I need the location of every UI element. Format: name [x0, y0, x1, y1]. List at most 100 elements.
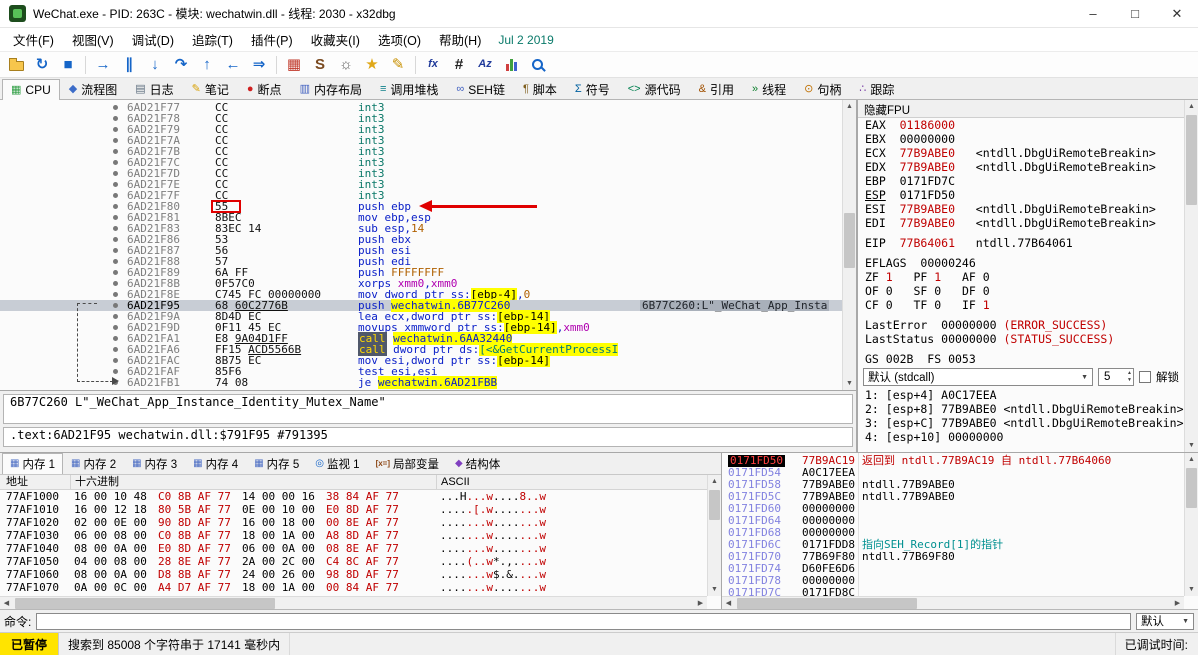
- scroll-thumb[interactable]: [15, 597, 275, 609]
- minimize-button[interactable]: –: [1072, 0, 1114, 28]
- step-into-button[interactable]: ↓: [143, 54, 167, 76]
- breakpoint-dot[interactable]: [113, 226, 118, 231]
- scroll-track[interactable]: [13, 597, 694, 610]
- breakpoint-dot[interactable]: [113, 105, 118, 110]
- breakpoint-dot[interactable]: [113, 127, 118, 132]
- dump-row[interactable]: 77AF1020 02 00 0E 00 90 8D AF 77 16 00 18 0…: [0, 516, 707, 529]
- patches-button[interactable]: ▦: [282, 54, 306, 76]
- argument-row[interactable]: 4: [esp+10] 00000000: [858, 430, 1184, 444]
- menu-trace[interactable]: 追踪(T): [183, 27, 242, 52]
- scroll-right-arrow[interactable]: ▶: [694, 597, 707, 610]
- menu-view[interactable]: 视图(V): [63, 27, 123, 52]
- dump-row[interactable]: 77AF1050 04 00 08 00 28 8E AF 77 2A 00 2C 0…: [0, 555, 707, 568]
- breakpoint-dot[interactable]: [113, 281, 118, 286]
- animate-into-button[interactable]: ⇒: [247, 54, 271, 76]
- scroll-left-arrow[interactable]: ◀: [0, 597, 13, 610]
- argument-row[interactable]: 2: [esp+8] 77B9ABE0 <ntdll.DbgUiRemoteBr…: [858, 402, 1184, 416]
- breakpoint-dot[interactable]: [113, 237, 118, 242]
- tab-memory-4[interactable]: ▦ 内存 4: [185, 453, 246, 474]
- breakpoint-dot[interactable]: [113, 248, 118, 253]
- stack-row[interactable]: 0171FD5C 77B9ABE0 ntdll.77B9ABE0: [722, 491, 1184, 503]
- tab-threads[interactable]: » 线程: [743, 78, 795, 99]
- scroll-thumb[interactable]: [709, 490, 720, 520]
- scroll-down-arrow[interactable]: ▼: [708, 583, 721, 596]
- step-back-button[interactable]: ←: [221, 54, 245, 76]
- settings-button[interactable]: ☼: [334, 54, 358, 76]
- dump-row[interactable]: 77AF1000 16 00 10 48 C0 8B AF 77 14 00 00 1…: [0, 490, 707, 503]
- register-row[interactable]: OF 0 SF 0 DF 0: [858, 284, 1184, 298]
- search-button[interactable]: [525, 54, 549, 76]
- stack-row[interactable]: 0171FD50 77B9AC19 返回到 ntdll.77B9AC19 自 ntd…: [722, 455, 1184, 467]
- menu-options[interactable]: 选项(O): [369, 27, 430, 52]
- pause-button[interactable]: ∥: [117, 54, 141, 76]
- breakpoint-dot[interactable]: [113, 336, 118, 341]
- scroll-thumb[interactable]: [1186, 468, 1197, 508]
- breakpoint-dot[interactable]: [113, 259, 118, 264]
- dump-scrollbar[interactable]: ▲ ▼: [707, 475, 721, 596]
- tab-symbols[interactable]: Σ 符号: [566, 78, 619, 99]
- breakpoint-dot[interactable]: [113, 314, 118, 319]
- close-button[interactable]: ✕: [1156, 0, 1198, 28]
- breakpoint-dot[interactable]: [113, 182, 118, 187]
- tab-struct[interactable]: ◆ 结构体: [447, 453, 508, 474]
- scroll-up-arrow[interactable]: ▲: [1185, 100, 1198, 113]
- dump-row[interactable]: 77AF1030 06 00 08 00 C0 8B AF 77 18 00 1A 0…: [0, 529, 707, 542]
- scroll-left-arrow[interactable]: ◀: [722, 597, 735, 610]
- arg-count-stepper[interactable]: 5 ▲ ▼: [1098, 368, 1134, 386]
- tab-graph[interactable]: ◆ 流程图: [60, 78, 126, 99]
- notes-button[interactable]: ✎: [386, 54, 410, 76]
- menu-debug[interactable]: 调试(D): [123, 27, 183, 52]
- tab-memory-1[interactable]: ▦ 内存 1: [2, 453, 64, 474]
- breakpoint-dot[interactable]: [113, 369, 118, 374]
- menu-help[interactable]: 帮助(H): [430, 27, 490, 52]
- register-row[interactable]: ECX 77B9ABE0 <ntdll.DbgUiRemoteBreakin>: [858, 146, 1184, 160]
- argument-row[interactable]: 3: [esp+C] 77B9ABE0 <ntdll.DbgUiRemoteBr…: [858, 416, 1184, 430]
- stack-hscrollbar[interactable]: ◀ ▶: [722, 596, 1184, 609]
- tab-script[interactable]: ¶ 脚本: [514, 78, 566, 99]
- tab-cpu[interactable]: ▦ CPU: [2, 79, 60, 100]
- graph-button[interactable]: [499, 54, 523, 76]
- maximize-button[interactable]: □: [1114, 0, 1156, 28]
- stack-row[interactable]: 0171FD60 00000000: [722, 503, 1184, 515]
- breakpoint-dot[interactable]: [113, 347, 118, 352]
- scroll-track[interactable]: [843, 113, 856, 377]
- restart-button[interactable]: ↻: [30, 54, 54, 76]
- scroll-up-arrow[interactable]: ▲: [1185, 453, 1198, 466]
- register-row[interactable]: EDX 77B9ABE0 <ntdll.DbgUiRemoteBreakin>: [858, 160, 1184, 174]
- menu-favourites[interactable]: 收藏夹(I): [302, 27, 369, 52]
- register-row[interactable]: EBX 00000000: [858, 132, 1184, 146]
- breakpoint-dot[interactable]: [113, 138, 118, 143]
- favourites-button[interactable]: ★: [360, 54, 384, 76]
- dump-row[interactable]: 77AF1010 16 00 12 18 80 5B AF 77 0E 00 10 0…: [0, 503, 707, 516]
- tab-call-stack[interactable]: ≡ 调用堆栈: [371, 78, 447, 99]
- register-row[interactable]: EDI 77B9ABE0 <ntdll.DbgUiRemoteBreakin>: [858, 216, 1184, 230]
- tab-source[interactable]: <> 源代码: [619, 78, 690, 99]
- stack-row[interactable]: 0171FD64 00000000: [722, 515, 1184, 527]
- tab-memory-5[interactable]: ▦ 内存 5: [246, 453, 307, 474]
- register-row[interactable]: LastError 00000000 (ERROR_SUCCESS): [858, 318, 1184, 332]
- scroll-down-arrow[interactable]: ▼: [1185, 583, 1198, 596]
- hide-fpu-button[interactable]: 隐藏FPU: [858, 100, 1198, 118]
- open-file-button[interactable]: [4, 54, 28, 76]
- calling-convention-select[interactable]: 默认 (stdcall) ▼: [863, 368, 1093, 386]
- stack-row[interactable]: 0171FD74 D60FE6D6: [722, 563, 1184, 575]
- register-row[interactable]: EIP 77B64061 ntdll.77B64061: [858, 236, 1184, 250]
- scroll-track[interactable]: [1185, 466, 1198, 583]
- register-row[interactable]: CF 0 TF 0 IF 1: [858, 298, 1184, 312]
- tab-log[interactable]: ▤ 日志: [126, 78, 182, 99]
- register-row[interactable]: EAX 01186000: [858, 118, 1184, 132]
- breakpoint-dot[interactable]: [113, 270, 118, 275]
- breakpoint-dot[interactable]: [113, 215, 118, 220]
- scroll-up-arrow[interactable]: ▲: [843, 100, 856, 113]
- tab-memory-map[interactable]: ▥ 内存布局: [291, 78, 371, 99]
- register-row[interactable]: EFLAGS 00000246: [858, 256, 1184, 270]
- dump-hscrollbar[interactable]: ◀ ▶: [0, 596, 707, 609]
- dump-row[interactable]: 77AF1070 0A 00 0C 00 A4 D7 AF 77 18 00 1A 0…: [0, 581, 707, 594]
- breakpoint-dot[interactable]: [113, 160, 118, 165]
- registers-pane[interactable]: 隐藏FPU EAX 01186000 EBX 00000000 ECX 77B9AB…: [857, 100, 1198, 452]
- unlock-checkbox[interactable]: [1139, 371, 1151, 383]
- breakpoint-dot[interactable]: [113, 193, 118, 198]
- scroll-track[interactable]: [735, 597, 1171, 610]
- disassembly-pane[interactable]: 6AD21F77 CC int3 6AD21F78 CC int3 6AD21F79 CC in…: [0, 100, 857, 390]
- strings-button[interactable]: Az: [473, 54, 497, 76]
